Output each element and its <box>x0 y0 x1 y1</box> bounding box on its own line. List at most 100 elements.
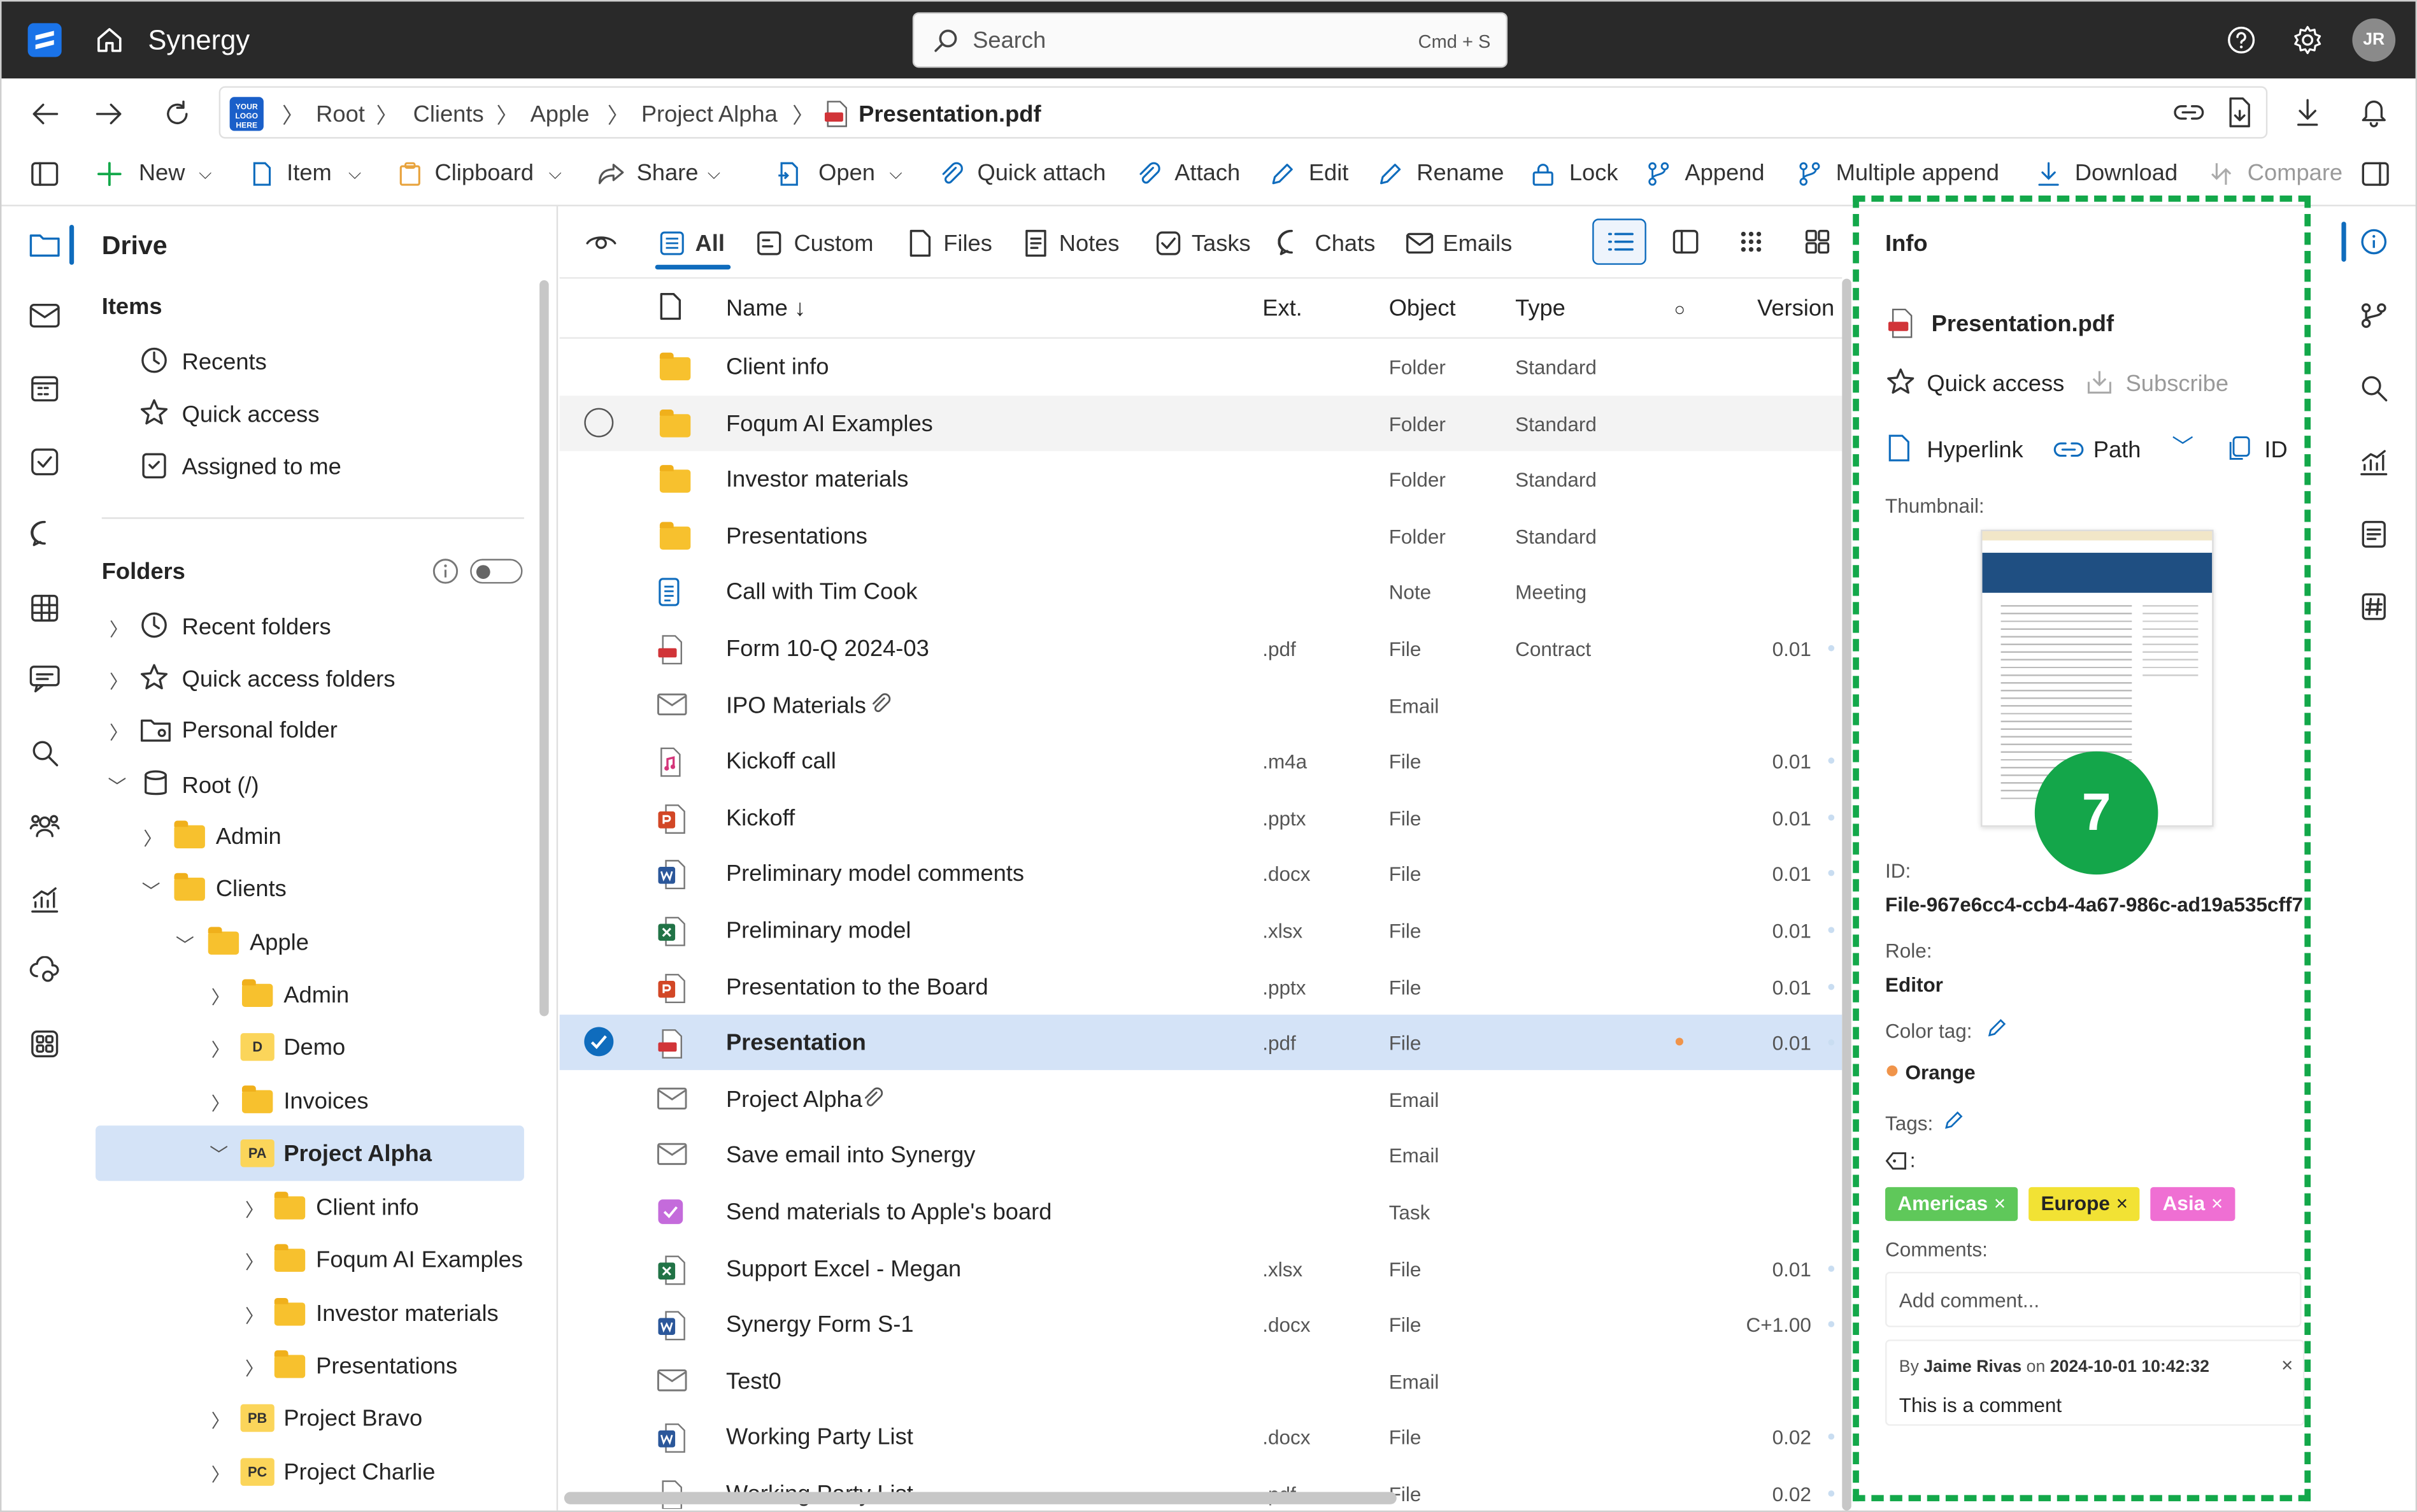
panel-toggle-icon[interactable] <box>2362 162 2390 187</box>
column-object[interactable]: Object <box>1389 296 1456 322</box>
row-name[interactable]: Client info <box>726 354 829 380</box>
tree-presentations[interactable]: Presentations <box>316 1353 457 1380</box>
tiles-view-icon[interactable] <box>1805 229 1830 254</box>
team-people-icon[interactable] <box>29 811 60 839</box>
tree-quick-access-folders[interactable]: Quick access folders <box>182 667 396 693</box>
expand-chevron-icon[interactable]: 〉 <box>211 1036 230 1062</box>
table-row[interactable]: Test0 Email <box>560 1353 1843 1408</box>
table-row[interactable]: Preliminary model comments .docx File 0.01 <box>560 846 1843 901</box>
table-row[interactable]: Presentation .pdf File 0.01 <box>559 1015 1843 1071</box>
chevron-down-icon[interactable]: ⌵ <box>708 165 720 185</box>
tree-invoices[interactable]: Invoices <box>283 1088 368 1115</box>
tree-recent-folders[interactable]: Recent folders <box>182 615 331 641</box>
table-row[interactable]: Kickoff .pptx File 0.01 <box>560 790 1843 845</box>
column-ext[interactable]: Ext. <box>1262 296 1302 322</box>
table-row[interactable]: Foqum AI Examples Folder Standard <box>559 395 1843 451</box>
tree-project-alpha[interactable]: Project Alpha <box>283 1141 432 1167</box>
collapse-chevron-icon[interactable]: ﹀ <box>210 1141 228 1167</box>
expand-chevron-icon[interactable]: 〉 <box>211 984 230 1010</box>
calendar-icon[interactable] <box>31 374 59 402</box>
refresh-icon[interactable] <box>162 99 192 129</box>
sidebar-toggle-icon[interactable] <box>31 162 59 187</box>
attach-button[interactable]: Attach <box>1174 160 1240 186</box>
row-selected-check-icon[interactable] <box>584 1027 614 1057</box>
expand-chevron-icon[interactable]: 〉 <box>245 1196 264 1222</box>
filter-tasks[interactable]: Tasks <box>1192 231 1251 257</box>
column-type[interactable]: Type <box>1515 296 1565 322</box>
row-name[interactable]: Presentation to the Board <box>726 974 988 1000</box>
breadcrumb-current-file[interactable]: Presentation.pdf <box>859 102 1041 128</box>
versions-branch-icon[interactable] <box>2360 302 2388 330</box>
row-name[interactable]: Foqum AI Examples <box>726 410 933 436</box>
row-name[interactable]: Preliminary model comments <box>726 861 1024 887</box>
new-button[interactable]: New <box>139 160 185 186</box>
tree-personal-folder[interactable]: Personal folder <box>182 718 338 744</box>
table-row[interactable]: Synergy Form S-1 .docx File C+1.00 <box>560 1297 1843 1352</box>
row-name[interactable]: Investor materials <box>726 467 909 493</box>
compare-button[interactable]: Compare <box>2248 160 2342 186</box>
table-row[interactable]: Working Party List .docx File 0.02 <box>560 1409 1843 1465</box>
search-panel-icon[interactable] <box>2360 374 2388 402</box>
row-name[interactable]: Send materials to Apple's board <box>726 1199 1052 1225</box>
breadcrumb-apple[interactable]: Apple <box>531 102 590 128</box>
tree-project-charlie[interactable]: Project Charlie <box>283 1460 435 1486</box>
filter-files[interactable]: Files <box>943 231 992 257</box>
column-version[interactable]: Version <box>1757 296 1834 322</box>
expand-chevron-icon[interactable]: 〉 <box>245 1302 264 1329</box>
row-name[interactable]: Test0 <box>726 1369 781 1395</box>
tree-apple-admin[interactable]: Admin <box>283 982 349 1008</box>
chat-bubble-icon[interactable] <box>29 520 60 548</box>
expand-chevron-icon[interactable]: 〉 <box>211 1090 230 1116</box>
comments-icon[interactable] <box>29 665 60 693</box>
expand-chevron-icon[interactable]: 〉 <box>245 1355 264 1381</box>
help-icon[interactable] <box>2226 25 2257 55</box>
edit-button[interactable]: Edit <box>1309 160 1349 186</box>
tasks-checkbox-icon[interactable] <box>31 448 59 476</box>
tree-investor-materials[interactable]: Investor materials <box>316 1301 499 1327</box>
tree-scrollbar[interactable] <box>539 280 549 1016</box>
info-circle-icon[interactable] <box>432 557 460 585</box>
expand-chevron-icon[interactable]: 〉 <box>245 1249 264 1275</box>
row-name[interactable]: Preliminary model <box>726 918 911 944</box>
column-name[interactable]: Name ↓ <box>726 296 806 322</box>
tree-demo[interactable]: Demo <box>283 1035 345 1061</box>
table-row[interactable]: Kickoff call .m4a File 0.01 <box>560 733 1843 788</box>
tree-client-info[interactable]: Client info <box>316 1195 418 1221</box>
table-row[interactable]: Presentation to the Board .pptx File 0.01 <box>560 959 1843 1014</box>
grid-dots-view-icon[interactable] <box>1739 229 1764 254</box>
filter-emails[interactable]: Emails <box>1443 231 1512 257</box>
table-row[interactable]: Client info Folder Standard <box>560 339 1843 394</box>
row-name[interactable]: Kickoff call <box>726 748 836 774</box>
quick-attach-button[interactable]: Quick attach <box>977 160 1106 186</box>
forward-arrow-icon[interactable] <box>94 100 125 128</box>
row-name[interactable]: Kickoff <box>726 805 795 831</box>
item-button[interactable]: Item <box>287 160 332 186</box>
multiple-append-button[interactable]: Multiple append <box>1836 160 1999 186</box>
tree-root[interactable]: Root (/) <box>182 773 259 799</box>
apps-grid-icon[interactable] <box>31 1030 59 1058</box>
filter-custom[interactable]: Custom <box>794 231 873 257</box>
analytics-chart-icon[interactable] <box>31 885 59 913</box>
sidebar-item-recents[interactable]: Recents <box>182 350 267 376</box>
document-details-icon[interactable] <box>2362 520 2386 548</box>
chevron-down-icon[interactable]: ⌵ <box>348 165 361 185</box>
address-bar[interactable]: YOUR LOGO HERE 〉 Root 〉 Clients 〉 Apple … <box>218 86 2268 139</box>
list-scrollbar[interactable] <box>1842 278 1851 1511</box>
table-row[interactable]: Project Alpha Email <box>560 1071 1843 1127</box>
tree-project-bravo[interactable]: Project Bravo <box>283 1406 422 1432</box>
settings-gear-icon[interactable] <box>2292 25 2323 55</box>
activity-chart-icon[interactable] <box>2360 448 2388 476</box>
row-name[interactable]: IPO Materials <box>726 692 866 718</box>
row-name[interactable]: Project Alpha <box>726 1087 862 1113</box>
expand-chevron-icon[interactable]: 〉 <box>211 1408 230 1434</box>
download-icon[interactable] <box>2293 97 2321 127</box>
share-button[interactable]: Share <box>637 160 699 186</box>
preview-view-icon[interactable] <box>1672 229 1699 254</box>
back-arrow-icon[interactable] <box>29 100 60 128</box>
row-name[interactable]: Presentations <box>726 523 867 549</box>
table-row[interactable]: Call with Tim Cook Note Meeting <box>560 564 1843 620</box>
table-row[interactable]: Form 10-Q 2024-03 .pdf File Contract 0.01 <box>560 620 1843 676</box>
breadcrumb-clients[interactable]: Clients <box>413 102 484 128</box>
user-avatar[interactable]: JR <box>2352 18 2396 62</box>
view-eye-icon[interactable] <box>586 232 617 254</box>
